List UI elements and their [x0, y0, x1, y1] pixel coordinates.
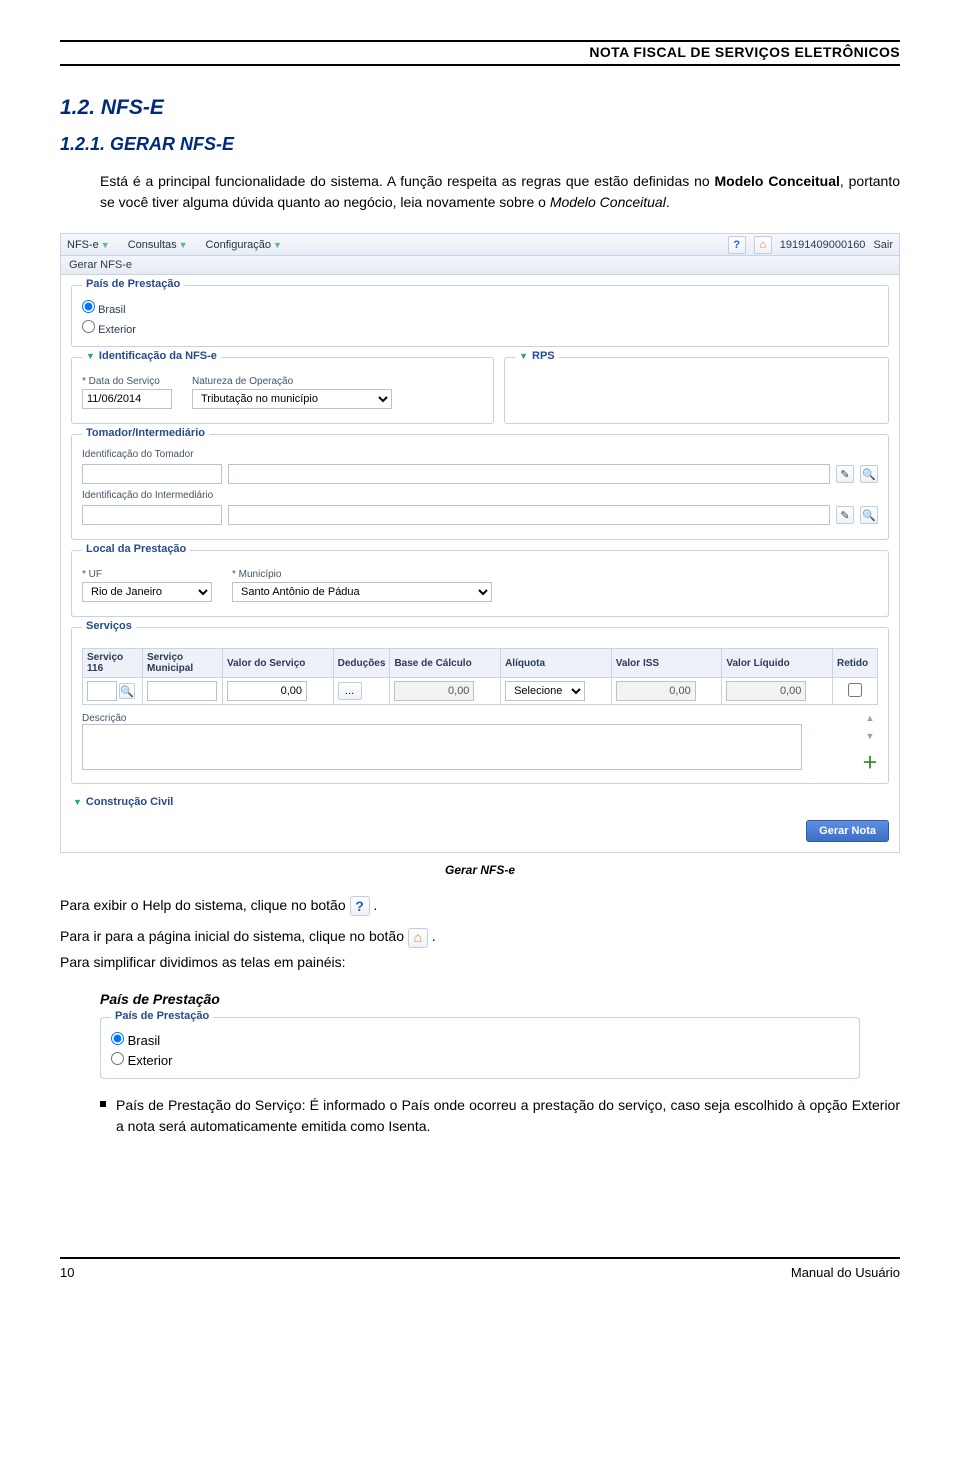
label-ident-tomador: Identificação do Tomador [82, 449, 878, 460]
panel-construcao-civil[interactable]: ▼Construção Civil [73, 796, 887, 808]
input-data-servico[interactable] [82, 389, 172, 409]
collapse-icon[interactable]: ▼ [519, 351, 528, 361]
panels-text: Para simplificar dividimos as telas em p… [60, 952, 900, 973]
select-municipio[interactable]: Santo Antônio de Pádua [232, 582, 492, 602]
input-intermediario-nome[interactable] [228, 505, 830, 525]
screenshot-caption: Gerar NFS-e [60, 863, 900, 877]
page-header: NOTA FISCAL DE SERVIÇOS ELETRÔNICOS [60, 44, 900, 60]
col-valor-liquido: Valor Líquido [722, 649, 833, 678]
bullet-icon [100, 1101, 106, 1107]
gerar-nota-button[interactable]: Gerar Nota [806, 820, 889, 842]
menubar: NFS-e▼ Consultas▼ Configuração▼ ? ⌂ 1919… [61, 234, 899, 256]
select-aliquota[interactable]: Selecione [505, 681, 585, 701]
table-row: 🔍 ... Selecione [83, 678, 878, 705]
logout-link[interactable]: Sair [873, 239, 893, 251]
radio-brasil[interactable]: Brasil [111, 1032, 849, 1048]
col-servico-municipal: Serviço Municipal [143, 649, 223, 678]
menu-nfse[interactable]: NFS-e▼ [67, 239, 110, 251]
col-valor-servico: Valor do Serviço [223, 649, 334, 678]
breadcrumb: Gerar NFS-e [61, 256, 899, 275]
input-valor-servico[interactable] [227, 681, 307, 701]
input-base-calculo [394, 681, 474, 701]
help-text: Para exibir o Help do sistema, clique no… [60, 895, 900, 916]
input-serv116[interactable] [87, 681, 117, 701]
expand-icon: ▼ [73, 797, 82, 807]
subsection-title: 1.2.1. GERAR NFS-E [60, 134, 900, 155]
servicos-table: Serviço 116 Serviço Municipal Valor do S… [82, 648, 878, 705]
label-municipio: * Município [232, 569, 492, 580]
label-natureza: Natureza de Operação [192, 376, 392, 387]
radio-exterior[interactable]: Exterior [82, 320, 878, 336]
edit-icon[interactable]: ✎ [836, 506, 854, 524]
label-data-servico: * Data do Serviço [82, 376, 172, 387]
section-title: 1.2. NFS-E [60, 96, 900, 120]
textarea-descricao[interactable] [82, 724, 802, 770]
menu-consultas[interactable]: Consultas▼ [128, 239, 188, 251]
col-retido: Retido [833, 649, 878, 678]
panel-pais-prestacao: País de Prestação Brasil Exterior [71, 285, 889, 347]
input-intermediario-codigo[interactable] [82, 505, 222, 525]
label-descricao: Descrição [82, 713, 852, 724]
input-serv-mun[interactable] [147, 681, 217, 701]
app-screenshot: NFS-e▼ Consultas▼ Configuração▼ ? ⌂ 1919… [60, 233, 900, 853]
label-uf: * UF [82, 569, 212, 580]
edit-icon[interactable]: ✎ [836, 465, 854, 483]
home-icon[interactable]: ⌂ [754, 236, 772, 254]
chevron-down-icon: ▼ [179, 240, 188, 250]
col-valor-iss: Valor ISS [611, 649, 722, 678]
manual-label: Manual do Usuário [791, 1265, 900, 1280]
panel-servicos: Serviços Serviço 116 Serviço Municipal V… [71, 627, 889, 784]
deducoes-button[interactable]: ... [338, 682, 362, 700]
col-aliquota: Alíquota [501, 649, 612, 678]
panel-rps: ▼RPS [504, 357, 889, 424]
chevron-down-icon: ▼ [273, 240, 282, 250]
help-icon[interactable]: ? [350, 896, 370, 916]
panel-tomador-intermediario: Tomador/Intermediário Identificação do T… [71, 434, 889, 540]
user-id: 19191409000160 [780, 239, 866, 251]
add-icon[interactable]: ＋ [862, 749, 878, 773]
select-natureza[interactable]: Tributação no município [192, 389, 392, 409]
panel-identificacao-nfse: ▼Identificação da NFS-e * Data do Serviç… [71, 357, 494, 424]
col-servico-116: Serviço 116 [83, 649, 143, 678]
intro-paragraph: Está é a principal funcionalidade do sis… [100, 171, 900, 213]
collapse-icon[interactable]: ▼ [86, 351, 95, 361]
input-tomador-nome[interactable] [228, 464, 830, 484]
home-text: Para ir para a página inicial do sistema… [60, 926, 900, 947]
help-icon[interactable]: ? [728, 236, 746, 254]
menu-configuracao[interactable]: Configuração▼ [206, 239, 282, 251]
input-valor-iss [616, 681, 696, 701]
chevron-down-icon: ▼ [101, 240, 110, 250]
radio-brasil[interactable]: Brasil [82, 300, 878, 316]
search-icon[interactable]: 🔍 [860, 465, 878, 483]
scroll-up-icon[interactable]: ▲ [866, 713, 875, 723]
heading-pais-prestacao: País de Prestação [100, 991, 900, 1007]
radio-exterior[interactable]: Exterior [111, 1052, 849, 1068]
label-ident-intermediario: Identificação do Intermediário [82, 490, 878, 501]
mini-panel-pais-prestacao: País de Prestação Brasil Exterior [100, 1017, 860, 1079]
home-icon[interactable]: ⌂ [408, 928, 428, 948]
input-tomador-codigo[interactable] [82, 464, 222, 484]
col-deducoes: Deduções [333, 649, 390, 678]
select-uf[interactable]: Rio de Janeiro [82, 582, 212, 602]
col-base-calculo: Base de Cálculo [390, 649, 501, 678]
page-number: 10 [60, 1265, 74, 1280]
panel-local-prestacao: Local da Prestação * UF Rio de Janeiro *… [71, 550, 889, 617]
bullet-item: País de Prestação do Serviço: É informad… [100, 1095, 900, 1137]
checkbox-retido[interactable] [848, 683, 862, 697]
scroll-down-icon[interactable]: ▼ [866, 731, 875, 741]
search-icon[interactable]: 🔍 [119, 683, 135, 699]
input-valor-liquido [726, 681, 806, 701]
search-icon[interactable]: 🔍 [860, 506, 878, 524]
